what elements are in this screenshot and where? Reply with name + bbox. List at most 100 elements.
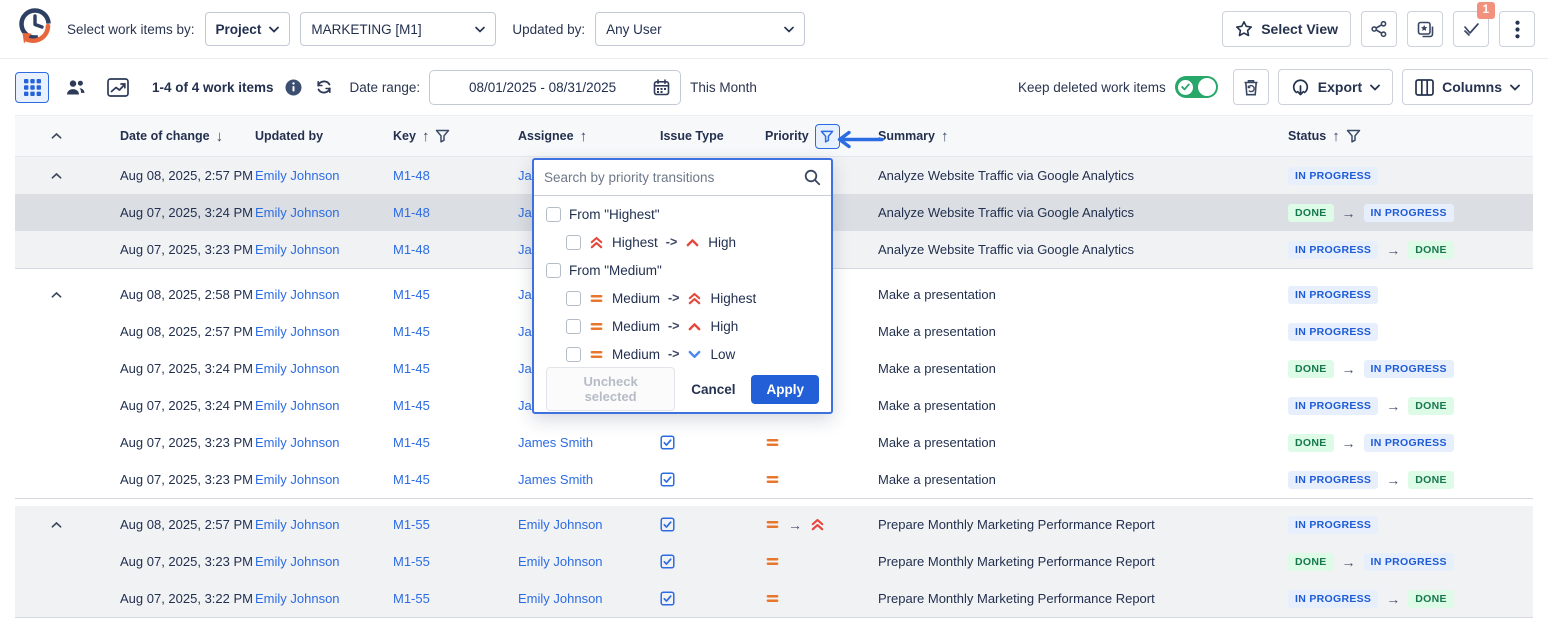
checkbox[interactable] xyxy=(546,263,561,278)
group-collapse-toggle[interactable] xyxy=(15,291,120,299)
updated-by-link[interactable]: Emily Johnson xyxy=(255,168,340,183)
assignee-link[interactable]: James Smith xyxy=(518,435,593,450)
filter-option[interactable]: From "Medium" xyxy=(534,256,831,284)
column-header-priority[interactable]: Priority xyxy=(765,124,878,149)
group-collapse-toggle[interactable] xyxy=(15,521,120,529)
checked-updates-button[interactable]: 1 xyxy=(1453,11,1489,47)
checkbox[interactable] xyxy=(566,235,581,250)
user-dropdown[interactable]: Any User xyxy=(595,12,805,46)
date-range-input[interactable] xyxy=(440,80,645,95)
column-header-assignee[interactable]: Assignee ↑ xyxy=(518,129,660,144)
deleted-items-trash-button[interactable] xyxy=(1233,69,1269,105)
mode-dropdown[interactable]: Project xyxy=(205,12,291,46)
issue-key-link[interactable]: M1-55 xyxy=(393,517,430,532)
sort-asc-icon[interactable]: ↑ xyxy=(941,129,949,144)
updated-by-link[interactable]: Emily Johnson xyxy=(255,591,340,606)
assignee-link[interactable]: James Smith xyxy=(518,472,593,487)
sort-asc-icon[interactable]: ↑ xyxy=(580,129,588,144)
date-of-change-cell: Aug 07, 2025, 3:24 PM xyxy=(120,398,255,413)
filter-option[interactable]: From "Highest" xyxy=(534,200,831,228)
priority-filter-button[interactable] xyxy=(815,124,840,149)
key-cell: M1-45 xyxy=(393,361,518,376)
status-badge: DONE xyxy=(1408,471,1454,489)
updated-by-label: Updated by: xyxy=(512,22,585,37)
issue-key-link[interactable]: M1-55 xyxy=(393,554,430,569)
issue-key-link[interactable]: M1-45 xyxy=(393,472,430,487)
column-header-status[interactable]: Status ↑ xyxy=(1288,129,1533,144)
filter-option[interactable]: Highest->High xyxy=(534,228,831,256)
issue-key-link[interactable]: M1-45 xyxy=(393,435,430,450)
keep-deleted-toggle[interactable] xyxy=(1175,76,1218,98)
summary-cell: Make a presentation xyxy=(878,472,1288,487)
issue-key-link[interactable]: M1-48 xyxy=(393,168,430,183)
table-row[interactable]: Aug 07, 2025, 3:23 PMEmily JohnsonM1-55E… xyxy=(15,543,1533,580)
checkbox[interactable] xyxy=(546,207,561,222)
uncheck-selected-button[interactable]: Uncheck selected xyxy=(546,367,675,411)
info-icon[interactable] xyxy=(285,79,302,96)
assignee-link[interactable]: Emily Johnson xyxy=(518,517,603,532)
more-menu-button[interactable] xyxy=(1499,11,1535,47)
updated-by-link[interactable]: Emily Johnson xyxy=(255,361,340,376)
updated-by-link[interactable]: Emily Johnson xyxy=(255,205,340,220)
issue-key-link[interactable]: M1-45 xyxy=(393,361,430,376)
filter-option[interactable]: Medium->Low xyxy=(534,340,831,368)
issue-key-link[interactable]: M1-45 xyxy=(393,287,430,302)
column-header-issue-type[interactable]: Issue Type xyxy=(660,129,765,143)
updated-by-link[interactable]: Emily Johnson xyxy=(255,398,340,413)
cancel-button[interactable]: Cancel xyxy=(691,382,735,397)
assignee-link[interactable]: Emily Johnson xyxy=(518,554,603,569)
table-row[interactable]: Aug 07, 2025, 3:23 PMEmily JohnsonM1-45J… xyxy=(15,424,1533,461)
table-row[interactable]: Aug 07, 2025, 3:22 PMEmily JohnsonM1-55E… xyxy=(15,580,1533,617)
export-button[interactable]: Export xyxy=(1278,69,1393,105)
issue-type-cell xyxy=(660,554,765,569)
sort-desc-icon[interactable]: ↓ xyxy=(216,129,224,144)
assignee-link[interactable]: Emily Johnson xyxy=(518,591,603,606)
issue-key-link[interactable]: M1-45 xyxy=(393,324,430,339)
updated-by-link[interactable]: Emily Johnson xyxy=(255,324,340,339)
chevron-up-icon xyxy=(51,172,62,180)
chart-view-button[interactable] xyxy=(101,72,135,103)
issue-key-link[interactable]: M1-45 xyxy=(393,398,430,413)
filter-funnel-icon[interactable] xyxy=(1346,129,1361,143)
column-header-updated-by[interactable]: Updated by xyxy=(255,129,393,143)
calendar-icon[interactable] xyxy=(653,79,670,96)
issue-key-link[interactable]: M1-48 xyxy=(393,205,430,220)
updated-by-link[interactable]: Emily Johnson xyxy=(255,242,340,257)
table-view-button[interactable] xyxy=(15,72,49,103)
updated-by-link[interactable]: Emily Johnson xyxy=(255,435,340,450)
updated-by-link[interactable]: Emily Johnson xyxy=(255,287,340,302)
updated-by-link[interactable]: Emily Johnson xyxy=(255,517,340,532)
apply-button[interactable]: Apply xyxy=(751,375,819,404)
status-cell: DONE→IN PROGRESS xyxy=(1288,553,1533,571)
people-view-button[interactable] xyxy=(58,72,92,103)
filter-option[interactable]: Medium->High xyxy=(534,312,831,340)
project-dropdown[interactable]: MARKETING [M1] xyxy=(300,12,496,46)
updated-by-link[interactable]: Emily Johnson xyxy=(255,554,340,569)
table-row[interactable]: Aug 08, 2025, 2:57 PMEmily JohnsonM1-55E… xyxy=(15,506,1533,543)
issue-key-link[interactable]: M1-55 xyxy=(393,591,430,606)
updated-by-link[interactable]: Emily Johnson xyxy=(255,472,340,487)
issue-key-link[interactable]: M1-48 xyxy=(393,242,430,257)
sort-asc-icon[interactable]: ↑ xyxy=(422,129,430,144)
date-range-field[interactable] xyxy=(429,70,681,105)
columns-button[interactable]: Columns xyxy=(1402,69,1533,105)
column-header-summary[interactable]: Summary ↑ xyxy=(878,129,1288,144)
checkbox[interactable] xyxy=(566,319,581,334)
checkbox[interactable] xyxy=(566,291,581,306)
card-star-icon xyxy=(1416,20,1435,39)
group-collapse-toggle[interactable] xyxy=(15,172,120,180)
collapse-all-toggle[interactable] xyxy=(15,132,120,140)
filter-option[interactable]: Medium->Highest xyxy=(534,284,831,312)
column-header-key[interactable]: Key ↑ xyxy=(393,129,518,144)
assignee-cell: Emily Johnson xyxy=(518,517,660,532)
share-button[interactable] xyxy=(1361,11,1397,47)
saved-views-button[interactable] xyxy=(1407,11,1443,47)
select-view-button[interactable]: Select View xyxy=(1222,11,1351,47)
table-row[interactable]: Aug 07, 2025, 3:23 PMEmily JohnsonM1-45J… xyxy=(15,461,1533,498)
refresh-icon[interactable] xyxy=(315,78,333,96)
filter-funnel-icon[interactable] xyxy=(435,129,450,143)
column-header-date[interactable]: Date of change ↓ xyxy=(120,129,255,144)
priority-search-input[interactable] xyxy=(544,170,796,185)
checkbox[interactable] xyxy=(566,347,581,362)
sort-asc-icon[interactable]: ↑ xyxy=(1332,129,1340,144)
